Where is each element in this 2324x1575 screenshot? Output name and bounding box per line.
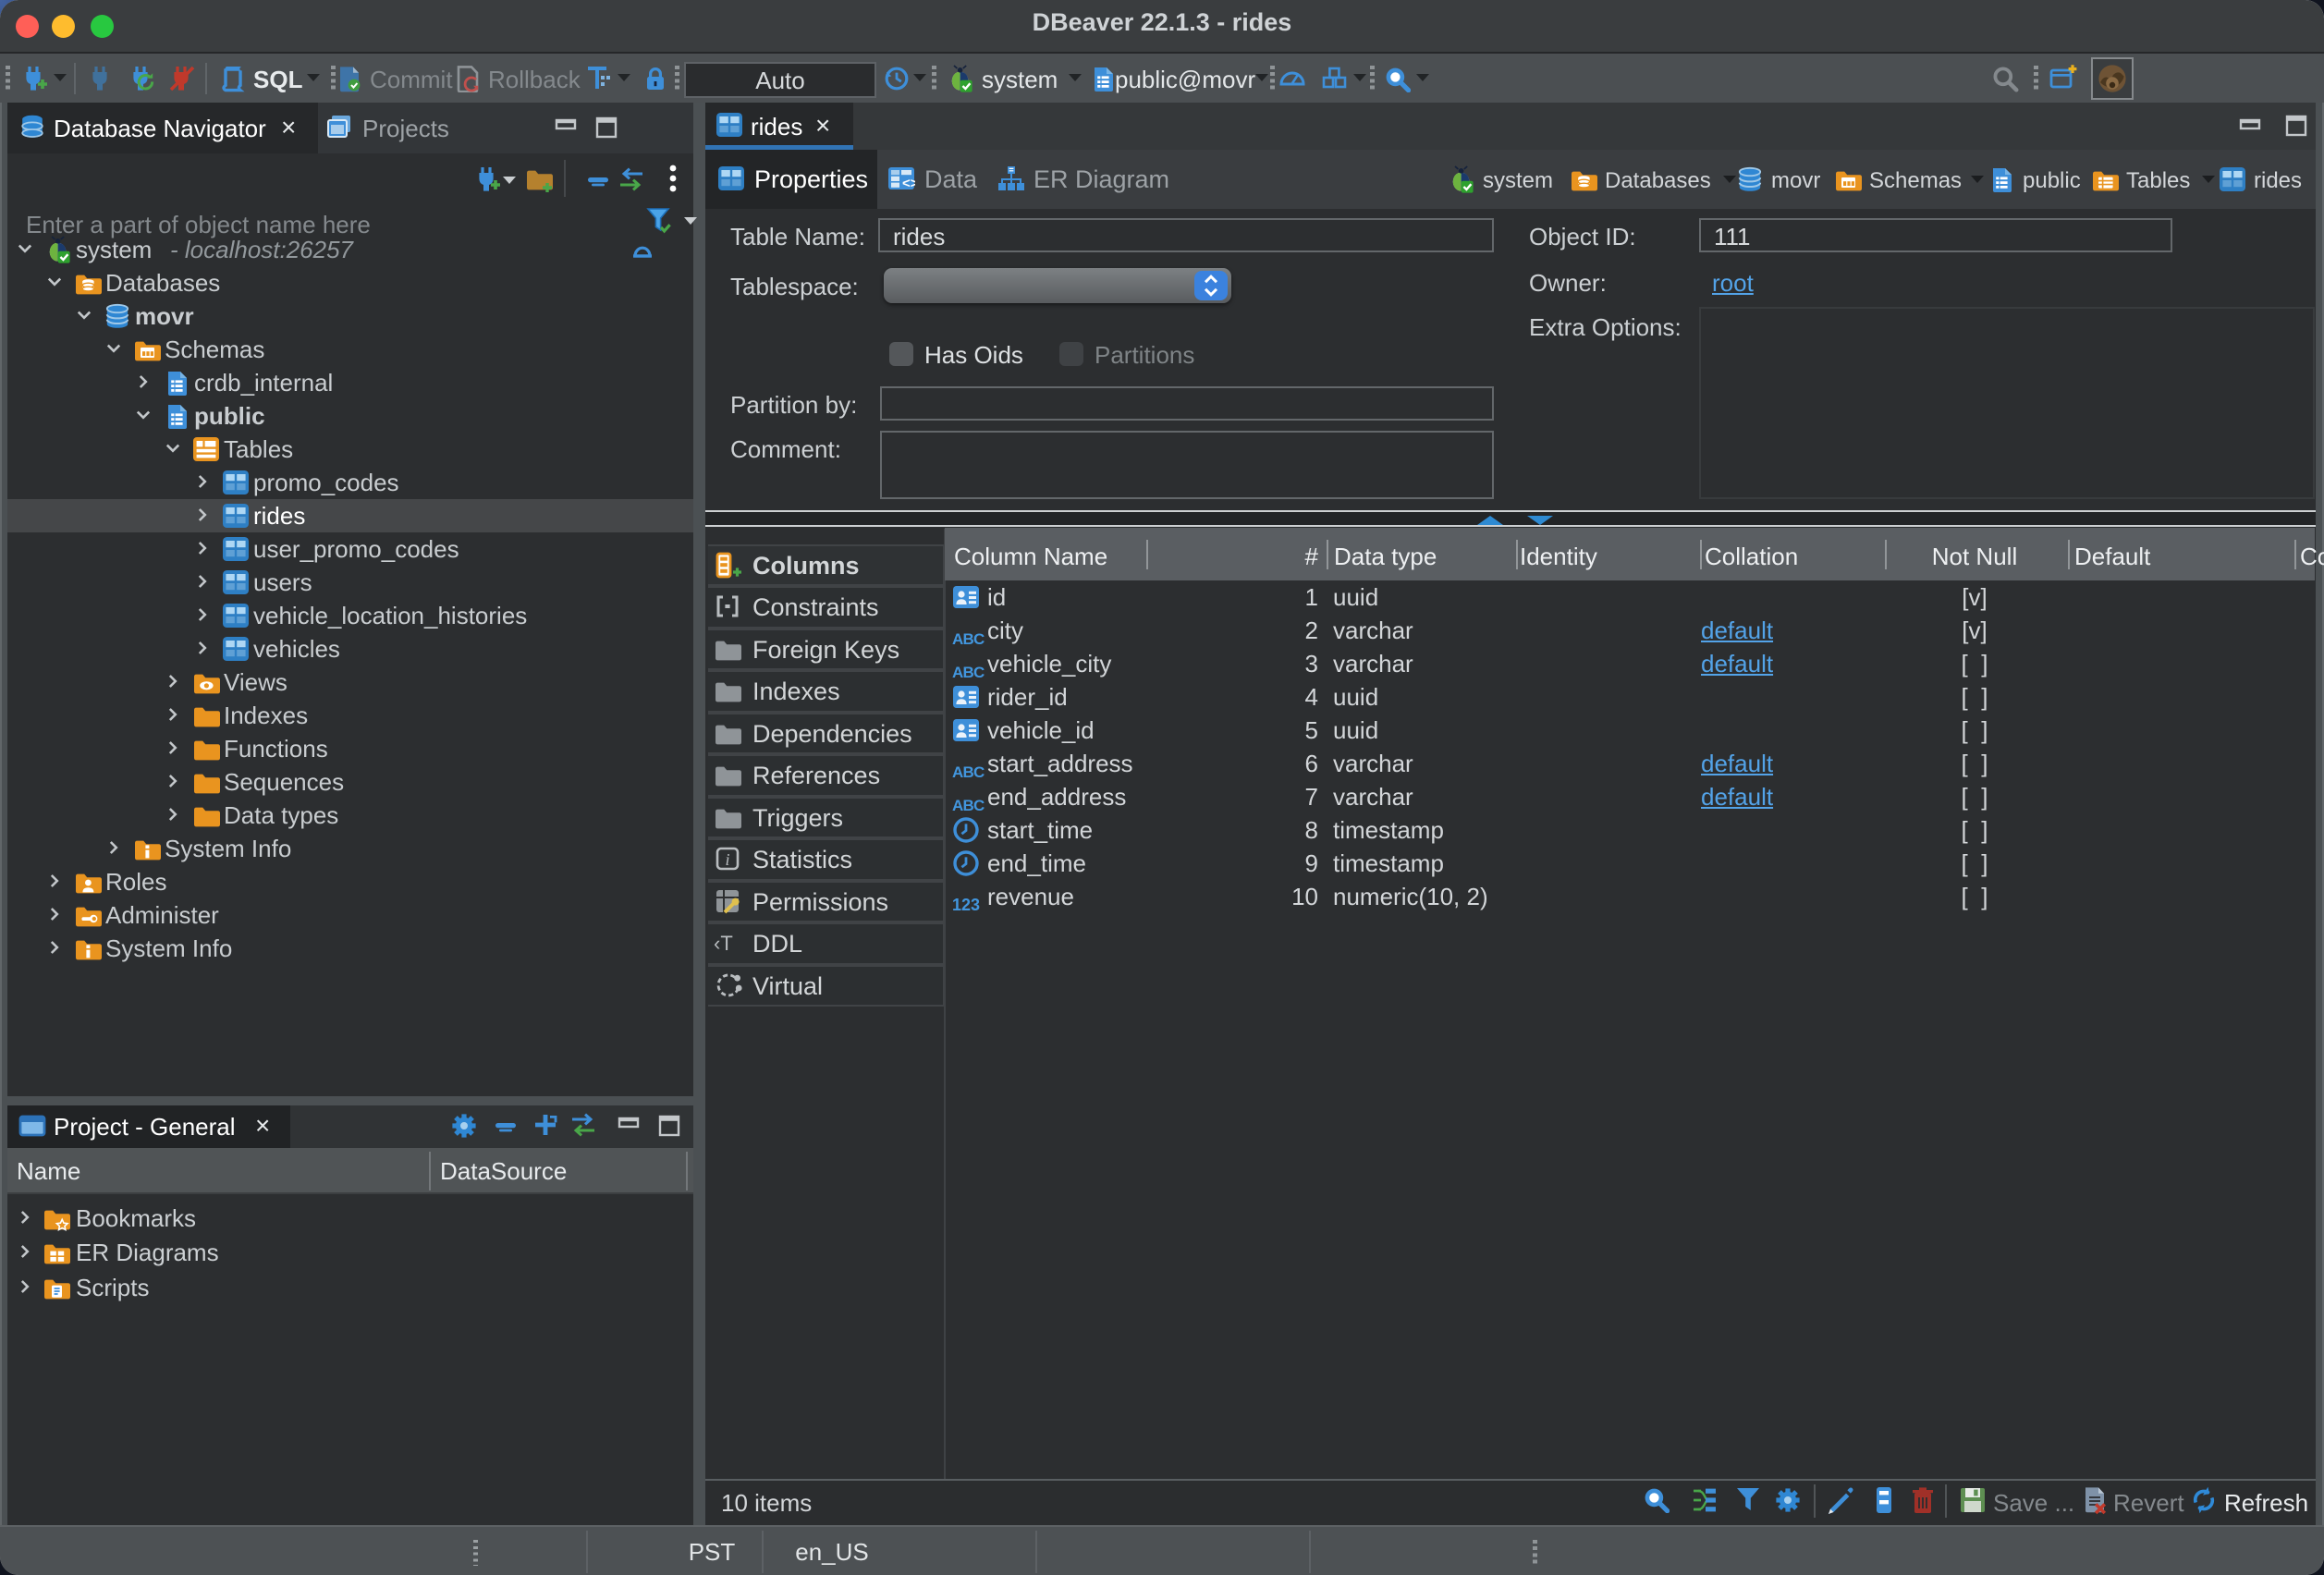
svg-text:‹T: ‹T <box>714 932 733 955</box>
svg-text:i: i <box>725 850 729 869</box>
